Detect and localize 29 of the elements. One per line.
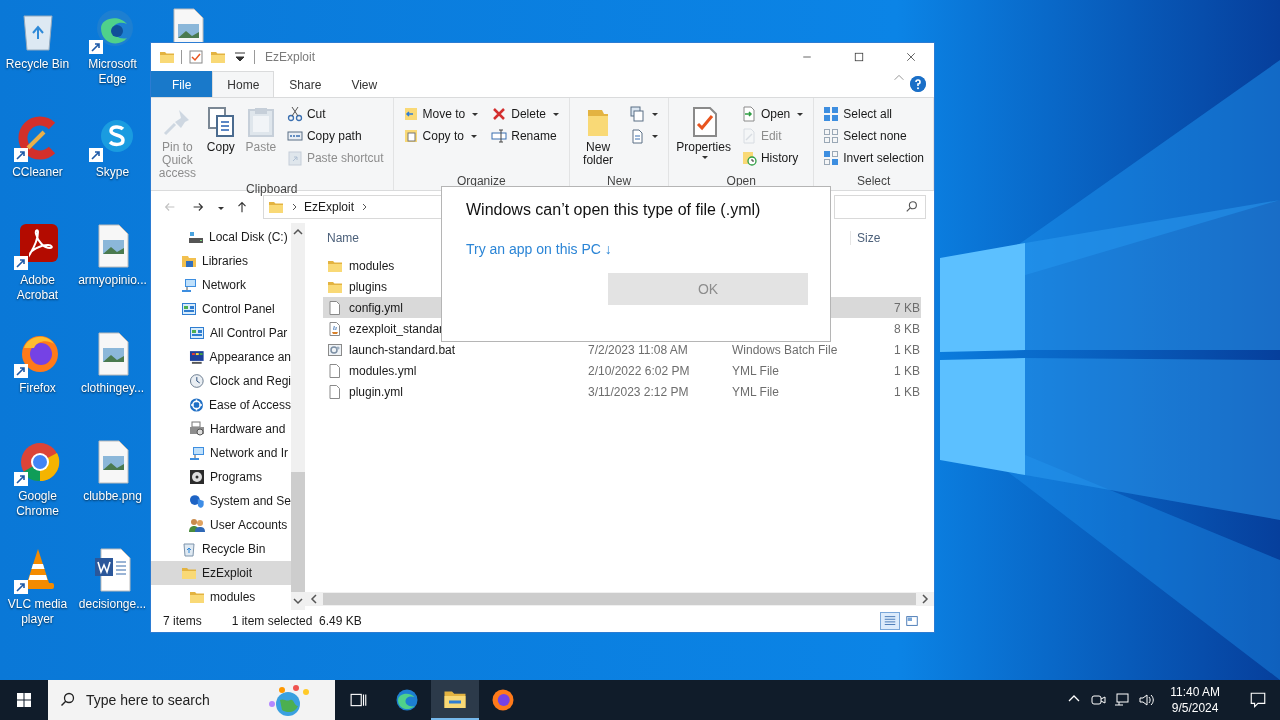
ribbon-group-label: Clipboard bbox=[245, 182, 299, 196]
dialog-title: Windows can’t open this type of file (.yml) bbox=[466, 201, 762, 219]
file-size: 7 KB bbox=[894, 300, 920, 315]
date-modified: 2/10/2022 6:02 PM bbox=[588, 363, 690, 378]
ribbon-group-label: New bbox=[606, 174, 633, 190]
file-name: ezexploit_standar bbox=[349, 321, 444, 336]
file-type: YML File bbox=[732, 363, 779, 378]
ribbon-group-label: Open bbox=[725, 174, 757, 190]
selection-info: 1 item selected 6.49 KB bbox=[231, 614, 362, 628]
ribbon-group-label: Organize bbox=[455, 174, 507, 190]
item-count: 7 items bbox=[163, 614, 202, 628]
file-name: plugins bbox=[349, 279, 388, 294]
file-name: modules bbox=[349, 258, 395, 273]
file-size: 1 KB bbox=[894, 342, 920, 357]
file-name: config.yml bbox=[349, 300, 404, 315]
ribbon-group-label: Select bbox=[855, 174, 892, 190]
file-size: 8 KB bbox=[894, 321, 920, 336]
file-size: 1 KB bbox=[894, 384, 920, 399]
time: 11:40 AM bbox=[1170, 684, 1220, 700]
file-type: YML File bbox=[732, 384, 779, 399]
date-modified: 7/2/2023 11:08 AM bbox=[588, 342, 688, 357]
date-modified: 3/11/2023 2:12 PM bbox=[588, 384, 689, 399]
file-name: modules.yml bbox=[349, 363, 417, 378]
window-title: EzExploit bbox=[265, 50, 316, 64]
file-name: plugin.yml bbox=[349, 384, 404, 399]
file-name: launch-standard.bat bbox=[349, 342, 456, 357]
file-size: 1 KB bbox=[894, 363, 920, 378]
file-type: Windows Batch File bbox=[732, 342, 838, 357]
date: 9/5/2024 bbox=[1171, 700, 1219, 716]
